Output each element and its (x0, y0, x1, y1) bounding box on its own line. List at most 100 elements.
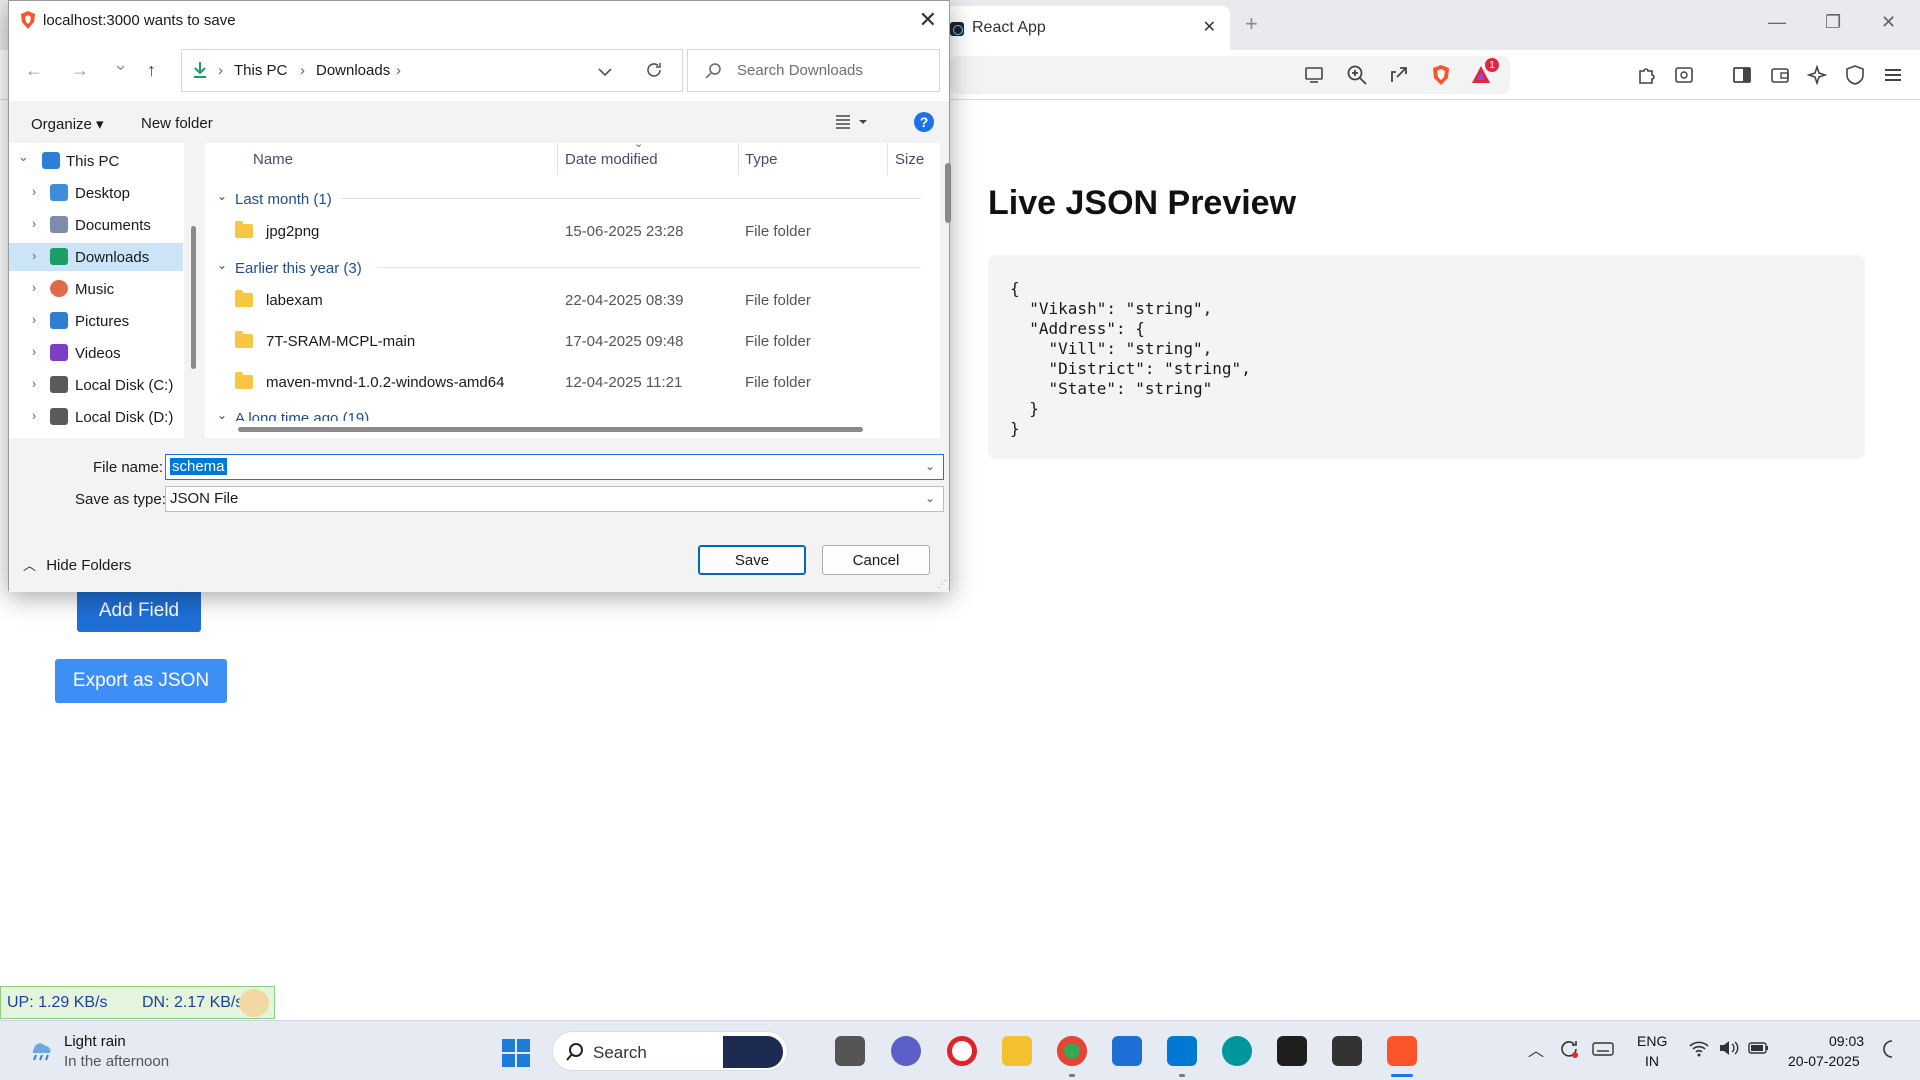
address-path-box[interactable]: › This PC › Downloads › (181, 49, 683, 92)
sidebar-toggle-icon[interactable] (1729, 63, 1755, 87)
leo-ai-icon[interactable] (1804, 63, 1830, 87)
tree-item[interactable]: › Documents (9, 211, 183, 239)
add-field-button[interactable]: Add Field (77, 589, 201, 632)
volume-icon[interactable] (1718, 1039, 1740, 1062)
brave-shields-icon[interactable] (1428, 63, 1454, 87)
chevron-right-icon[interactable]: › (32, 280, 36, 295)
file-explorer-icon[interactable] (1002, 1036, 1032, 1066)
restore-button[interactable]: ❐ (1825, 12, 1841, 33)
breadcrumb-this-pc[interactable]: This PC (234, 62, 287, 79)
recent-locations-button[interactable]: ⌄ (113, 54, 128, 75)
chevron-down-icon[interactable]: ⌄ (925, 491, 935, 505)
navigation-pane-scrollbar[interactable] (191, 226, 196, 369)
file-list-horizontal-scrollbar[interactable] (238, 427, 863, 432)
window-close-button[interactable]: ✕ (1881, 12, 1896, 33)
search-downloads-box[interactable]: Search Downloads (687, 49, 940, 92)
microsoft-store-icon[interactable] (1112, 1036, 1142, 1066)
vscode-icon[interactable] (1167, 1036, 1197, 1066)
chrome-icon[interactable] (1057, 1036, 1087, 1066)
search-input[interactable]: Search Downloads (737, 62, 863, 79)
task-view-icon[interactable] (835, 1036, 865, 1066)
browser-tab-react-app[interactable]: React App ✕ (940, 6, 1230, 50)
tree-item[interactable]: › Local Disk (D:) (9, 403, 183, 431)
group-header-earlier-this-year[interactable]: ⌄ Earlier this year (3) (205, 257, 925, 279)
column-name[interactable]: Name (253, 151, 293, 168)
new-tab-button[interactable]: + (1245, 11, 1258, 37)
save-button[interactable]: Save (698, 545, 806, 575)
group-header-last-month[interactable]: ⌄ Last month (1) (205, 188, 925, 210)
hide-folders-button[interactable]: ︿ Hide Folders (23, 555, 131, 574)
share-icon[interactable] (1386, 63, 1412, 87)
chevron-right-icon[interactable]: › (32, 248, 36, 263)
tree-item[interactable]: › Desktop (9, 179, 183, 207)
view-options-icon[interactable] (835, 114, 871, 135)
file-list-vertical-scrollbar[interactable] (945, 163, 951, 223)
up-button[interactable]: ↑ (147, 60, 156, 81)
wifi-icon[interactable] (1688, 1039, 1710, 1062)
reading-list-icon[interactable] (1671, 63, 1697, 87)
figma-icon[interactable] (1277, 1036, 1307, 1066)
tab-close-button[interactable]: ✕ (1203, 17, 1216, 37)
windows-start-icon[interactable] (502, 1039, 530, 1067)
moon-icon[interactable] (1880, 1039, 1898, 1064)
dialog-close-button[interactable]: ✕ (919, 7, 937, 33)
tree-item[interactable]: › Pictures (9, 307, 183, 335)
arduino-icon[interactable] (1222, 1036, 1252, 1066)
clock-time[interactable]: 09:03 (1829, 1033, 1864, 1049)
save-as-type-select[interactable]: JSON File ⌄ (165, 486, 944, 512)
chevron-down-icon[interactable]: ⌄ (18, 149, 29, 165)
brave-rewards-icon[interactable]: 1 (1470, 58, 1499, 87)
meet-chat-icon[interactable] (891, 1036, 921, 1066)
weather-title[interactable]: Light rain (64, 1033, 126, 1050)
file-row[interactable]: maven-mvnd-1.0.2-windows-amd64 12-04-202… (205, 362, 925, 402)
keyboard-icon[interactable] (1592, 1041, 1614, 1062)
resize-grip-icon[interactable]: ⋰ (937, 579, 947, 590)
file-row[interactable]: jpg2png 15-06-2025 23:28 File folder (205, 211, 925, 251)
taskbar-search-box[interactable]: Search (552, 1031, 788, 1071)
vpn-shield-icon[interactable] (1842, 63, 1868, 87)
tree-item[interactable]: › Videos (9, 339, 183, 367)
breadcrumb-downloads[interactable]: Downloads (316, 62, 390, 79)
help-button[interactable]: ? (914, 112, 934, 132)
forward-button[interactable]: → (71, 60, 89, 81)
tree-item[interactable]: ⌄ This PC (9, 147, 183, 175)
chevron-right-icon[interactable]: › (32, 376, 36, 391)
extensions-icon[interactable] (1634, 63, 1660, 87)
cancel-button[interactable]: Cancel (822, 545, 930, 575)
back-button[interactable]: ← (25, 60, 43, 81)
column-date-modified[interactable]: Date modified (565, 151, 658, 168)
column-separator[interactable] (557, 143, 558, 175)
clock-date[interactable]: 20-07-2025 (1788, 1053, 1860, 1069)
weather-subtitle[interactable]: In the afternoon (64, 1053, 169, 1070)
file-name-input[interactable]: schema ⌄ (165, 454, 944, 480)
path-dropdown-icon[interactable] (598, 64, 612, 81)
opera-icon[interactable] (947, 1036, 977, 1066)
file-row[interactable]: 7T-SRAM-MCPL-main 17-04-2025 09:48 File … (205, 321, 925, 361)
wallet-icon[interactable] (1767, 63, 1793, 87)
column-type[interactable]: Type (745, 151, 778, 168)
rain-cloud-icon[interactable] (26, 1035, 56, 1065)
tree-item[interactable]: › Music (9, 275, 183, 303)
menu-icon[interactable] (1880, 63, 1906, 87)
refresh-icon[interactable] (644, 60, 664, 84)
chevron-up-icon[interactable]: ︿ (1528, 1037, 1544, 1061)
taskbar-search-input[interactable]: Search (593, 1043, 647, 1063)
chevron-down-icon[interactable]: ⌄ (925, 459, 935, 473)
export-json-button[interactable]: Export as JSON (55, 659, 227, 703)
column-separator[interactable] (887, 143, 888, 175)
chevron-right-icon[interactable]: › (32, 216, 36, 231)
address-bar[interactable]: 1 (950, 56, 1510, 94)
organize-button[interactable]: Organize ▾ (31, 115, 104, 133)
region-indicator[interactable]: IN (1645, 1053, 1659, 1069)
column-size[interactable]: Size (895, 151, 924, 168)
chevron-right-icon[interactable]: › (32, 408, 36, 423)
language-indicator[interactable]: ENG (1637, 1033, 1667, 1049)
chevron-right-icon[interactable]: › (32, 184, 36, 199)
tree-item[interactable]: › Local Disk (C:) (9, 371, 183, 399)
sync-icon[interactable] (1558, 1038, 1580, 1065)
new-folder-button[interactable]: New folder (141, 115, 213, 132)
minimize-button[interactable]: — (1768, 12, 1786, 33)
brave-browser-icon[interactable] (1387, 1036, 1417, 1066)
battery-icon[interactable] (1748, 1040, 1770, 1061)
chevron-right-icon[interactable]: › (32, 312, 36, 327)
